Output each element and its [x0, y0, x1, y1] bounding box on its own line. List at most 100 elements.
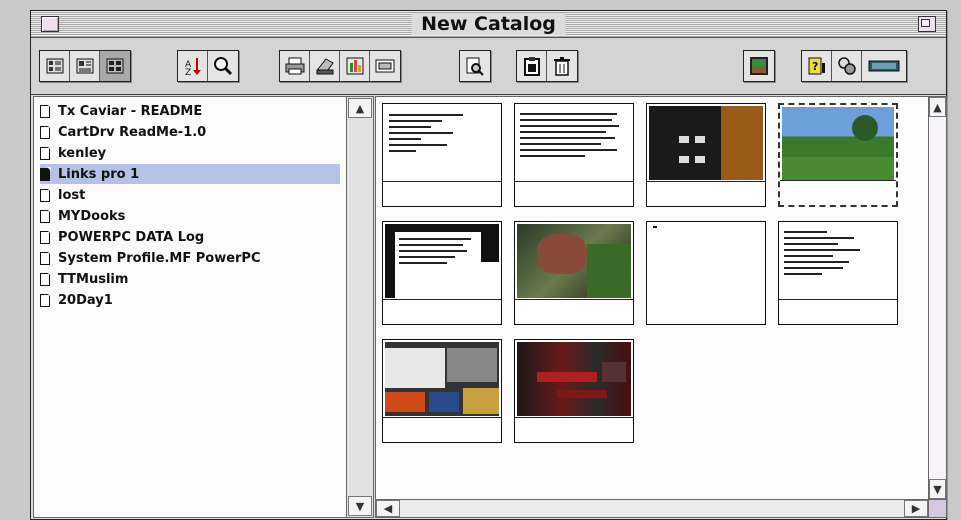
list-item[interactable]: kenley: [40, 143, 340, 163]
thumbnail[interactable]: [646, 221, 766, 325]
open-viewer-button[interactable]: [460, 51, 490, 81]
find-magnifier-icon: [214, 57, 233, 76]
thumbnail-caption: [383, 181, 501, 206]
list-item[interactable]: Tx Caviar - README: [40, 101, 340, 121]
slideshow-button[interactable]: [340, 51, 370, 81]
thumbnail[interactable]: [646, 103, 766, 207]
sort-find-group: A Z: [177, 50, 239, 82]
preview-button[interactable]: [370, 51, 400, 81]
thumbnail-image: [385, 224, 499, 298]
sort-button[interactable]: A Z: [178, 51, 208, 81]
list-item-selected[interactable]: Links pro 1: [40, 164, 340, 184]
thumbnail[interactable]: [514, 221, 634, 325]
svg-text:?: ?: [812, 60, 818, 73]
title-bar[interactable]: New Catalog: [31, 11, 946, 38]
file-name: MYDooks: [58, 208, 126, 224]
list-item[interactable]: lost: [40, 185, 340, 205]
memory-icon: [868, 60, 900, 72]
window-title: New Catalog: [411, 13, 566, 35]
slideshow-icon: [346, 57, 363, 75]
scan-button[interactable]: [310, 51, 340, 81]
file-name: lost: [58, 187, 86, 203]
scroll-right-arrow-icon[interactable]: ▶: [904, 500, 928, 517]
horizontal-scrollbar[interactable]: ◀ ▶: [375, 499, 929, 518]
settings-button[interactable]: [832, 51, 862, 81]
thumbnail-image: [517, 224, 631, 298]
list-item[interactable]: MYDooks: [40, 206, 340, 226]
thumbnail-caption: [515, 417, 633, 442]
document-icon: [40, 103, 51, 118]
document-icon: [40, 145, 51, 160]
resize-grow-box[interactable]: [928, 499, 947, 518]
file-name: POWERPC DATA Log: [58, 229, 205, 245]
paste-button[interactable]: [517, 51, 547, 81]
thumbnail-caption: [647, 300, 765, 324]
thumbnail[interactable]: [382, 103, 502, 207]
thumbnail[interactable]: [382, 221, 502, 325]
paste-icon: [523, 57, 540, 76]
thumbnail-image: [385, 342, 499, 416]
thumbnail-view-button[interactable]: [100, 51, 130, 81]
document-icon: [40, 271, 51, 286]
list-item[interactable]: CartDrv ReadMe-1.0: [40, 122, 340, 142]
scroll-up-arrow-icon[interactable]: ▲: [929, 97, 946, 117]
scroll-left-arrow-icon[interactable]: ◀: [376, 500, 400, 517]
file-name: kenley: [58, 145, 107, 161]
print-button[interactable]: [280, 51, 310, 81]
thumbnail-grid: [375, 96, 929, 500]
thumbnail[interactable]: [514, 339, 634, 443]
thumbnail-caption: [780, 180, 896, 205]
list-item[interactable]: TTMuslim: [40, 269, 340, 289]
thumbnail-image: [385, 106, 499, 188]
document-icon: [40, 208, 51, 223]
thumbnail-view-icon: [106, 58, 124, 74]
file-name: 20Day1: [58, 292, 113, 308]
help-button[interactable]: ?: [802, 51, 832, 81]
thumbnail[interactable]: [778, 221, 898, 325]
scan-icon: [316, 58, 334, 75]
thumbnail-image: [517, 342, 631, 416]
thumbnail-image: [781, 224, 895, 304]
thumbnail-selected[interactable]: [778, 103, 898, 207]
thumbnail-scrollbar[interactable]: ▲ ▼: [928, 96, 947, 500]
list-view-button[interactable]: [40, 51, 70, 81]
detail-view-button[interactable]: [70, 51, 100, 81]
thumbnail-caption: [515, 181, 633, 206]
scroll-down-arrow-icon[interactable]: ▼: [929, 479, 946, 499]
list-item[interactable]: System Profile.MF PowerPC: [40, 248, 340, 268]
document-icon: [40, 229, 51, 244]
preview-icon: [375, 59, 395, 73]
open-viewer-icon: [466, 57, 484, 76]
thumbnail-image: [782, 107, 894, 181]
thumbnail-image: [649, 224, 763, 298]
file-name: System Profile.MF PowerPC: [58, 250, 261, 266]
trash-button[interactable]: [547, 51, 577, 81]
detail-view-icon: [76, 58, 93, 74]
document-icon: [40, 166, 51, 181]
list-view-icon: [46, 58, 63, 74]
list-item[interactable]: 20Day1: [40, 290, 340, 310]
zoom-box[interactable]: [918, 16, 936, 32]
file-list-scrollbar[interactable]: ▲ ▼: [346, 96, 374, 518]
thumbnail-caption: [515, 299, 633, 324]
thumbnail-caption: [383, 417, 501, 442]
list-item[interactable]: POWERPC DATA Log: [40, 227, 340, 247]
thumbnail-caption: [647, 181, 765, 206]
document-icon: [40, 124, 51, 139]
sort-icon: A Z: [185, 58, 201, 77]
image-icon: [750, 57, 768, 75]
thumbnail-image: [649, 106, 763, 180]
image-button[interactable]: [744, 51, 774, 81]
scroll-up-arrow-icon[interactable]: ▲: [348, 98, 372, 118]
thumbnail-caption: [383, 299, 501, 324]
thumbnail[interactable]: [514, 103, 634, 207]
trash-icon: [554, 57, 570, 76]
scroll-down-arrow-icon[interactable]: ▼: [348, 496, 372, 516]
catalog-window: New Catalog A Z ? Tx Caviar - README Car…: [30, 10, 947, 520]
file-name: Tx Caviar - README: [58, 103, 203, 119]
close-box[interactable]: [41, 16, 59, 32]
memory-button[interactable]: [862, 51, 906, 81]
thumbnail[interactable]: [382, 339, 502, 443]
image-group: [743, 50, 775, 82]
find-button[interactable]: [208, 51, 238, 81]
